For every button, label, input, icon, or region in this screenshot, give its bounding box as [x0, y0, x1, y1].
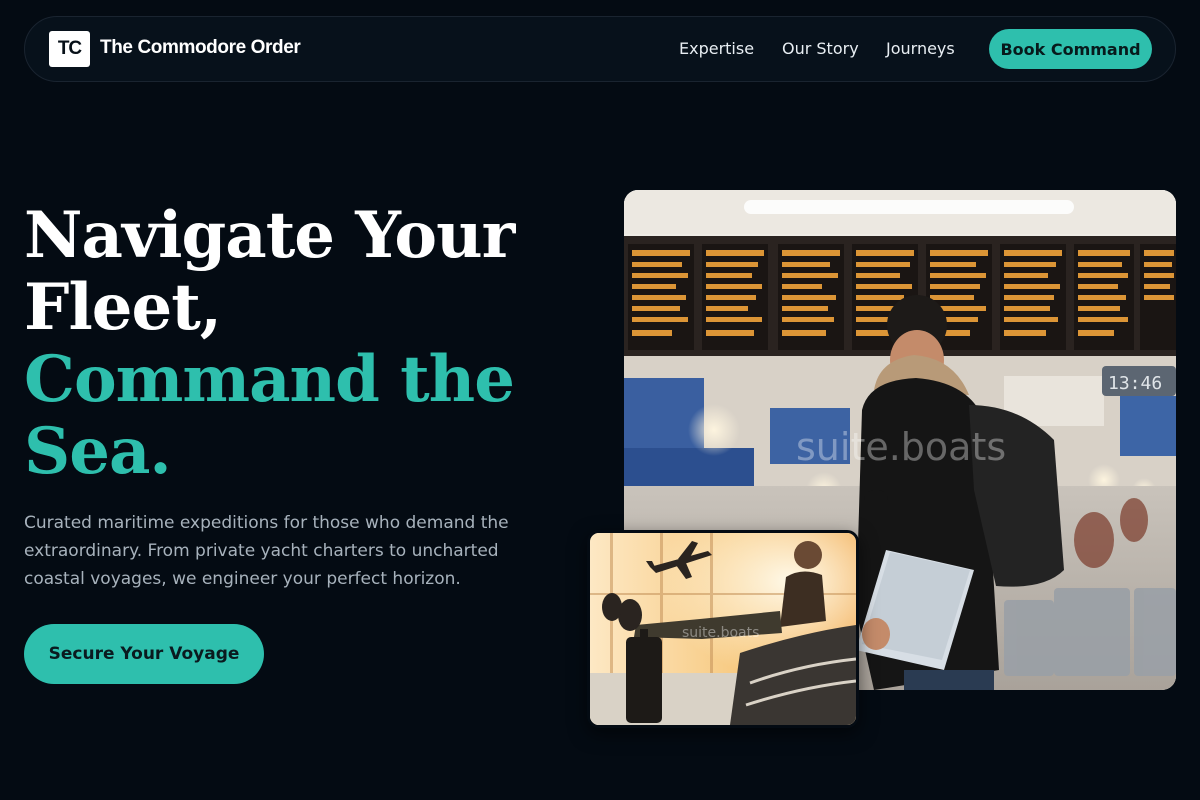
nav-link-our-story[interactable]: Our Story — [782, 39, 859, 58]
nav-link-expertise[interactable]: Expertise — [679, 39, 754, 58]
thumb-photo-watermark: suite.boats — [682, 625, 759, 641]
hero-lead-text: Curated maritime expeditions for those w… — [24, 513, 509, 589]
brand-name[interactable]: The Commodore Order — [100, 37, 301, 59]
headline-line-2: Fleet, — [24, 270, 222, 345]
headline-line-1: Navigate Your — [24, 198, 515, 273]
secure-your-voyage-button[interactable]: Secure Your Voyage — [24, 624, 264, 684]
airport-lounge-illustration: suite.boats — [590, 533, 856, 725]
headline-accent-line-1: Command the — [24, 342, 515, 417]
top-nav: TC The Commodore Order Expertise Our Sto… — [24, 16, 1176, 82]
nav-link-journeys[interactable]: Journeys — [886, 39, 955, 58]
book-command-button[interactable]: Book Command — [989, 29, 1152, 69]
suitcase-icon — [626, 629, 662, 723]
logo-icon[interactable]: TC — [49, 31, 90, 67]
lounge-traveler-photo: suite.boats — [587, 530, 859, 728]
hero-headline: Navigate Your Fleet, Command the Sea. — [24, 200, 584, 488]
headline-accent-line-2: Sea. — [24, 414, 172, 489]
main-photo-watermark: suite.boats — [796, 425, 1006, 469]
board-clock: 13:46 — [1108, 373, 1162, 394]
